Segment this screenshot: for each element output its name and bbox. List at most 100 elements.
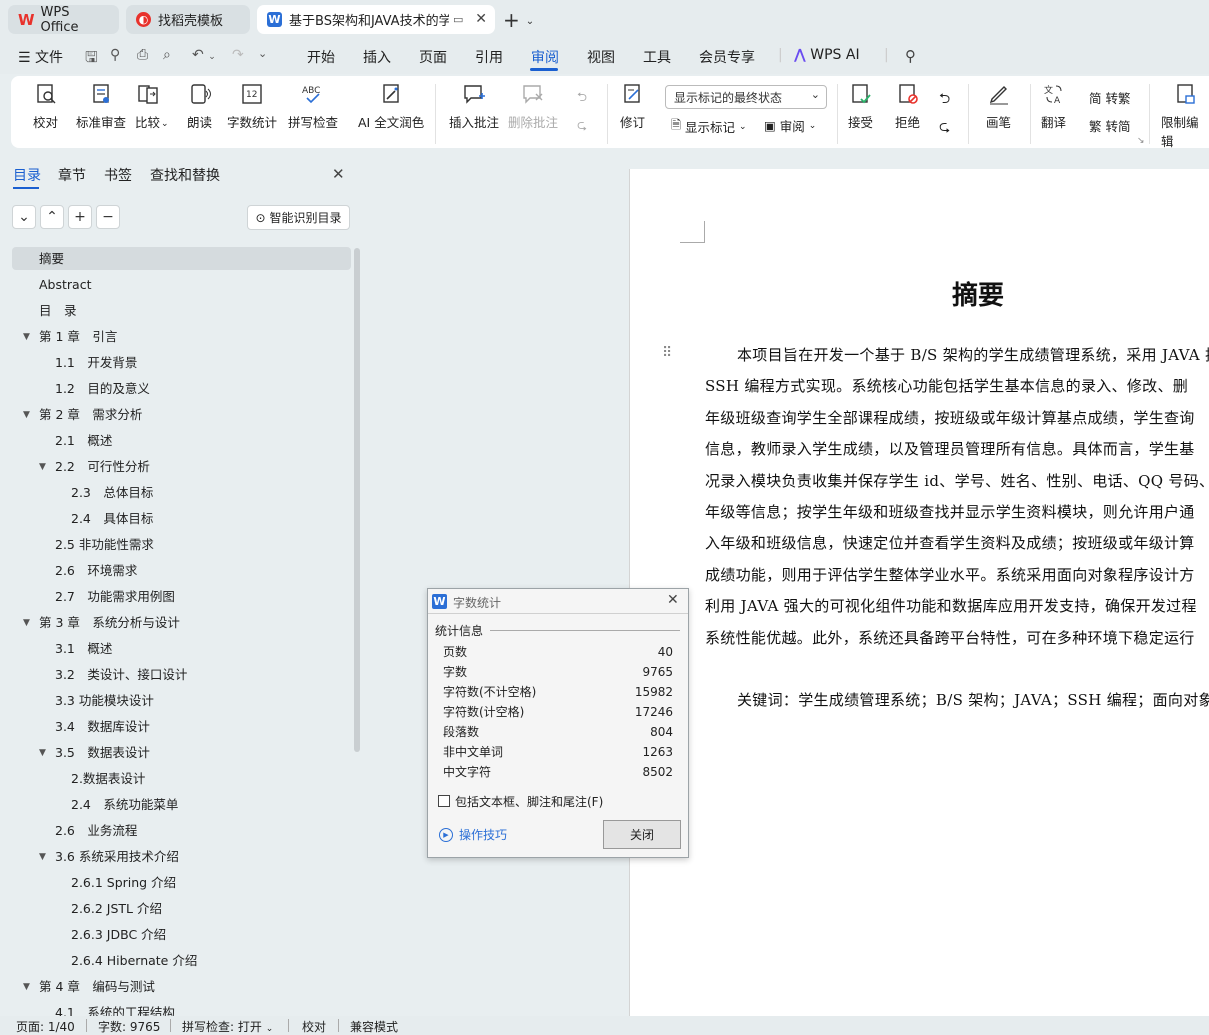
menu-references[interactable]: 引用 (475, 47, 503, 67)
tab-toc[interactable]: 目录 (13, 165, 41, 185)
toc-item[interactable]: 2.数据表设计 (71, 767, 145, 791)
toc-item[interactable]: ▼ 第 1 章 引言 (23, 325, 117, 349)
toc-item[interactable]: 2.7 功能需求用例图 (55, 585, 175, 609)
review-pane-button[interactable]: ▣ 审阅 ⌄ (764, 116, 816, 135)
expand-arrow-icon[interactable]: ▼ (39, 845, 46, 869)
next-comment-icon[interactable]: ⮎ (577, 116, 587, 137)
toc-item[interactable]: ▼ 第 3 章 系统分析与设计 (23, 611, 180, 635)
share-icon[interactable]: ⚲ (110, 47, 120, 63)
toc-item[interactable]: 目 录 (39, 299, 77, 323)
toc-item[interactable]: 2.6.3 JDBC 介绍 (71, 923, 166, 947)
tab-wps-office[interactable]: W WPS Office (8, 5, 119, 35)
toc-item[interactable]: 2.5 非功能性需求 (55, 533, 154, 557)
menu-home[interactable]: 开始 (307, 47, 335, 67)
toc-item[interactable]: 3.3 功能模块设计 (55, 689, 154, 713)
read-aloud-button[interactable]: 朗读 (187, 82, 212, 131)
track-changes-button[interactable]: 修订 (620, 82, 645, 131)
tab-chapters[interactable]: 章节 (58, 165, 86, 185)
menu-page[interactable]: 页面 (419, 47, 447, 67)
tab-docer[interactable]: ◐ 找稻壳模板 (126, 5, 250, 34)
close-icon[interactable]: ✕ (475, 11, 487, 27)
menu-insert[interactable]: 插入 (363, 47, 391, 67)
expand-arrow-icon[interactable]: ▼ (23, 611, 30, 635)
toc-item[interactable]: 2.6.4 Hibernate 介绍 (71, 949, 197, 973)
search-icon[interactable]: ⚲ (905, 47, 916, 65)
tab-document[interactable]: W 基于BS架构和JAVA技术的学生 ▭ ✕ (257, 5, 495, 34)
toc-item[interactable]: Abstract (39, 273, 91, 297)
to-simplified-button[interactable]: 繁 转简 (1089, 116, 1131, 135)
include-footnotes-checkbox[interactable] (438, 795, 450, 807)
page-indicator[interactable]: 页面: 1/40 (16, 1018, 75, 1035)
proofread-button[interactable]: 校对 (33, 82, 58, 131)
file-menu[interactable]: ☰ 文件 (18, 47, 63, 67)
expand-up-button[interactable]: ⌃ (40, 205, 64, 229)
tab-find-replace[interactable]: 查找和替换 (150, 165, 220, 185)
standard-review-button[interactable]: 标准审查 (76, 82, 126, 131)
to-traditional-button[interactable]: 简 转繁 (1089, 88, 1131, 107)
delete-comment-button[interactable]: 删除批注 (508, 82, 558, 131)
wps-ai-button[interactable]: ⋀ WPS AI (794, 47, 860, 63)
toc-item[interactable]: 2.6 业务流程 (55, 819, 137, 843)
undo-icon[interactable]: ↶ ⌄ (192, 47, 216, 63)
document-title[interactable]: 摘要 (952, 275, 1004, 312)
new-tab-button[interactable]: + ⌄ (503, 8, 534, 32)
display-state-select[interactable]: 显示标记的最终状态 ⌄ (665, 85, 827, 109)
expand-arrow-icon[interactable]: ▼ (39, 741, 46, 765)
print-icon[interactable]: ⎙ (137, 47, 148, 63)
previous-change-icon[interactable]: ⮌ (939, 88, 950, 112)
toc-item[interactable]: 3.1 概述 (55, 637, 112, 661)
toc-item[interactable]: ▼ 第 4 章 编码与测试 (23, 975, 155, 999)
toc-item[interactable]: 2.3 总体目标 (71, 481, 153, 505)
insert-comment-button[interactable]: 插入批注 (449, 82, 499, 131)
spell-check-status[interactable]: 拼写检查: 打开 ⌄ (182, 1018, 273, 1035)
translate-button[interactable]: 文A 翻译 (1041, 82, 1066, 131)
tab-bookmarks[interactable]: 书签 (104, 165, 132, 185)
expand-arrow-icon[interactable]: ▼ (23, 325, 30, 349)
keywords-line[interactable]: 关键词：学生成绩管理系统；B/S 架构；JAVA；SSH 编程；面向对象 (737, 689, 1209, 710)
chevron-down-icon[interactable]: ⌄ (526, 16, 534, 27)
menu-review[interactable]: 审阅 (531, 47, 559, 67)
tips-link[interactable]: ▶ 操作技巧 (439, 826, 507, 843)
close-button[interactable]: 关闭 (603, 820, 681, 849)
accept-button[interactable]: 接受 (848, 82, 873, 131)
toc-item[interactable]: 2.6 环境需求 (55, 559, 137, 583)
toc-item[interactable]: ▼ 3.5 数据表设计 (39, 741, 150, 765)
toc-item[interactable]: 1.2 目的及意义 (55, 377, 150, 401)
toc-item[interactable]: 2.4 系统功能菜单 (71, 793, 178, 817)
toc-item[interactable]: ▼ 2.2 可行性分析 (39, 455, 150, 479)
menu-view[interactable]: 视图 (587, 47, 615, 67)
menu-member[interactable]: 会员专享 (699, 47, 755, 67)
toc-item[interactable]: 3.2 类设计、接口设计 (55, 663, 187, 687)
redo-icon[interactable]: ↷ (232, 47, 244, 63)
toc-item[interactable]: 2.1 概述 (55, 429, 112, 453)
collapse-all-button[interactable]: ⌄ (12, 205, 36, 229)
close-icon[interactable]: ✕ (667, 592, 679, 608)
toc-item[interactable]: 2.6.1 Spring 介绍 (71, 871, 176, 895)
spell-check-button[interactable]: ABC 拼写检查 (288, 82, 338, 131)
add-heading-button[interactable]: + (68, 205, 92, 229)
restrict-edit-button[interactable]: 限制编辑 (1161, 82, 1209, 150)
expand-arrow-icon[interactable]: ▼ (23, 975, 30, 999)
document-page[interactable] (629, 169, 1209, 1016)
previous-comment-icon[interactable]: ⮌ (577, 88, 587, 109)
pen-button[interactable]: 画笔 (986, 82, 1011, 131)
show-markup-button[interactable]: 🗎 显示标记 ⌄ (671, 116, 747, 137)
more-chevron-icon[interactable]: ⌄ (258, 47, 267, 60)
toc-item[interactable]: 摘要 (39, 247, 64, 271)
menu-tools[interactable]: 工具 (643, 47, 671, 67)
compare-button[interactable]: 比较 ⌄ (135, 82, 169, 131)
toc-item[interactable]: ▼ 第 2 章 需求分析 (23, 403, 142, 427)
close-pane-icon[interactable]: ✕ (332, 165, 345, 183)
sidebar-scrollbar[interactable] (354, 248, 360, 752)
next-change-icon[interactable]: ⮎ (939, 116, 950, 140)
reject-button[interactable]: 拒绝 (895, 82, 920, 131)
toc-item[interactable]: ▼ 3.6 系统采用技术介绍 (39, 845, 179, 869)
toc-item[interactable]: 2.6.2 JSTL 介绍 (71, 897, 162, 921)
word-count-button[interactable]: 12 字数统计 (227, 82, 277, 131)
smart-toc-button[interactable]: ⊙ 智能识别目录 (247, 205, 350, 230)
word-count-indicator[interactable]: 字数: 9765 (98, 1018, 160, 1035)
toc-item[interactable]: 1.1 开发背景 (55, 351, 137, 375)
expand-arrow-icon[interactable]: ▼ (39, 455, 46, 479)
proof-status[interactable]: 校对 (302, 1018, 326, 1035)
save-icon[interactable]: 🖫 (85, 47, 98, 72)
